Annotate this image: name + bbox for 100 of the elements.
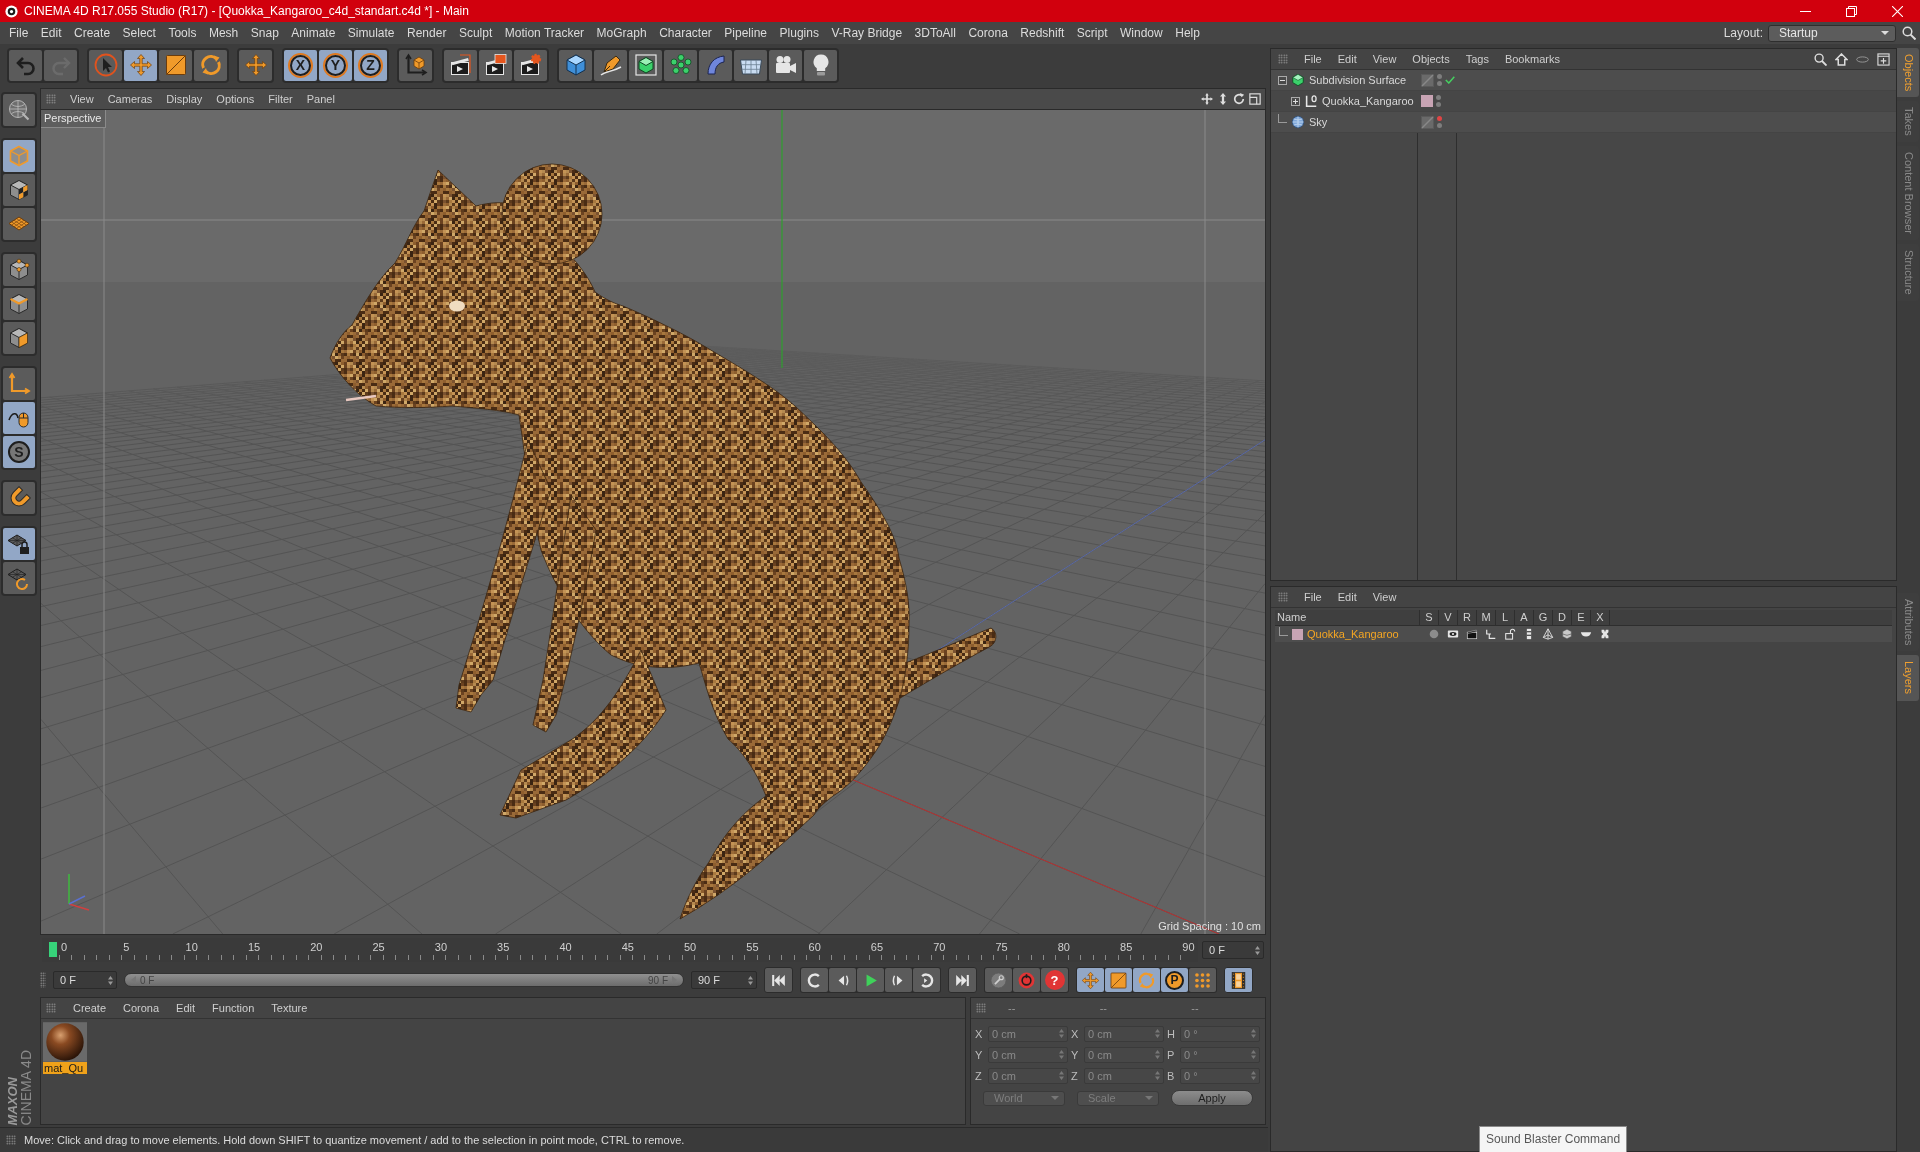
render-visibility-dot-icon[interactable] [1436,102,1441,107]
editor-visibility-dot-icon[interactable] [1437,74,1442,79]
column-header[interactable]: D [1553,610,1572,625]
menu-item[interactable]: Texture [271,1002,308,1014]
make-editable-button[interactable] [1,92,37,128]
object-name[interactable]: Sky [1309,116,1328,128]
menu-item[interactable]: Create [73,1002,107,1014]
menu-item[interactable]: Edit [176,1002,196,1014]
menu-item[interactable]: File [1304,53,1322,65]
deformer-button[interactable] [699,49,732,81]
layer-name[interactable]: Quokka_Kangaroo [1307,628,1399,640]
column-header[interactable]: Name [1275,610,1420,625]
first-button[interactable] [764,967,793,993]
keyframe-button[interactable] [985,968,1012,992]
column-header[interactable]: G [1534,610,1553,625]
menu-item[interactable]: Script [1076,26,1108,40]
grip-icon[interactable] [1278,592,1288,602]
layout-dropdown[interactable]: Startup [1768,24,1896,42]
side-tab[interactable]: Objects [1897,48,1919,98]
menu-item[interactable]: View [1372,591,1397,603]
axis-lock-button[interactable]: X [284,49,317,81]
polygons-mode-button[interactable] [3,322,35,354]
grip-icon[interactable] [6,1135,16,1145]
timeline-button[interactable] [1224,967,1253,993]
search-icon[interactable] [1902,26,1916,40]
render-settings-button[interactable] [514,49,547,81]
menu-item[interactable]: Edit [40,26,62,40]
move-button[interactable] [237,47,274,83]
menu-item[interactable]: Tools [168,26,197,40]
menu-item[interactable]: Snap [250,26,279,40]
editor-visibility-dot-icon[interactable] [1436,95,1441,100]
menu-item[interactable]: Tags [1465,53,1489,65]
record-button[interactable] [1013,968,1040,992]
render-visibility-dot-icon[interactable] [1437,81,1442,86]
menu-item[interactable]: 3DToAll [914,26,956,40]
grip-icon[interactable] [46,94,56,104]
play-button[interactable] [857,968,884,992]
menu-item[interactable]: Objects [1412,53,1450,65]
autokey-button[interactable]: ? [1041,968,1068,992]
spinner-icon[interactable] [748,975,753,985]
menu-item[interactable]: Select [122,26,156,40]
column-header[interactable]: A [1515,610,1534,625]
object-row[interactable]: Sky [1271,112,1896,133]
menu-item[interactable]: Window [1120,26,1163,40]
menu-item[interactable]: Panel [306,93,335,105]
points-mode-button[interactable] [3,254,35,286]
column-header[interactable]: M [1477,610,1496,625]
edges-mode-button[interactable] [3,288,35,320]
object-row[interactable]: Subdivision Surface [1271,70,1896,91]
solo-button[interactable]: S [3,436,35,468]
render-picture-button[interactable] [479,49,512,81]
oval-icon[interactable] [1856,55,1869,63]
hierarchy-icon[interactable] [1484,628,1497,640]
texture-mode-button[interactable] [3,174,35,206]
column-header[interactable]: R [1458,610,1477,625]
layer-color-swatch[interactable] [1421,95,1433,107]
menu-item[interactable]: V-Ray Bridge [831,26,903,40]
end-frame-field[interactable]: 90 F [691,971,757,989]
menu-item[interactable]: Cameras [107,93,153,105]
menu-item[interactable]: Display [166,93,203,105]
column-header[interactable]: L [1496,610,1515,625]
layered-shape-icon[interactable] [1560,628,1573,640]
axis-lock-button[interactable]: Z [354,49,387,81]
editor-visibility-dot-icon[interactable] [1437,116,1442,121]
grip-icon[interactable] [1278,54,1288,64]
menu-item[interactable]: Corona [123,1002,160,1014]
menu-item[interactable]: Help [1175,26,1200,40]
menu-item[interactable]: Function [212,1002,255,1014]
menu-item[interactable]: Pipeline [724,26,768,40]
column-header[interactable]: S [1420,610,1439,625]
clapperboard-icon[interactable] [1465,628,1478,640]
home-icon[interactable] [1835,52,1848,66]
current-frame-field[interactable]: 0 F [1202,941,1264,959]
search-icon[interactable] [1814,52,1827,66]
column-header[interactable]: V [1439,610,1458,625]
new-panel-icon[interactable] [1877,52,1890,66]
light-button[interactable] [804,49,837,81]
align-workplane-button[interactable] [3,562,35,594]
column-header[interactable]: X [1591,610,1610,625]
undo-button[interactable] [9,49,42,81]
lock-workplane-button[interactable] [3,528,35,560]
menu-item[interactable]: View [70,93,94,105]
camera-button[interactable] [769,49,802,81]
material-sphere-icon[interactable] [43,1022,87,1062]
menu-item[interactable]: Character [659,26,712,40]
layer-color-swatch[interactable] [1292,628,1303,640]
coordinates-button[interactable] [397,47,434,83]
menu-item[interactable]: File [9,26,29,40]
column-header[interactable]: E [1572,610,1591,625]
start-frame-field[interactable]: 0 F [53,971,117,989]
check-icon[interactable] [1445,76,1455,84]
snap-button[interactable] [1,480,37,516]
last-button[interactable] [948,967,977,993]
menu-item[interactable]: Sculpt [458,26,493,40]
spinner-icon[interactable] [108,975,113,985]
material-name[interactable]: mat_Qu [43,1062,87,1074]
menu-item[interactable]: Animate [291,26,336,40]
render-visibility-dot-icon[interactable] [1437,123,1442,128]
spinner-icon[interactable] [1255,945,1260,955]
menu-item[interactable]: Mesh [208,26,239,40]
